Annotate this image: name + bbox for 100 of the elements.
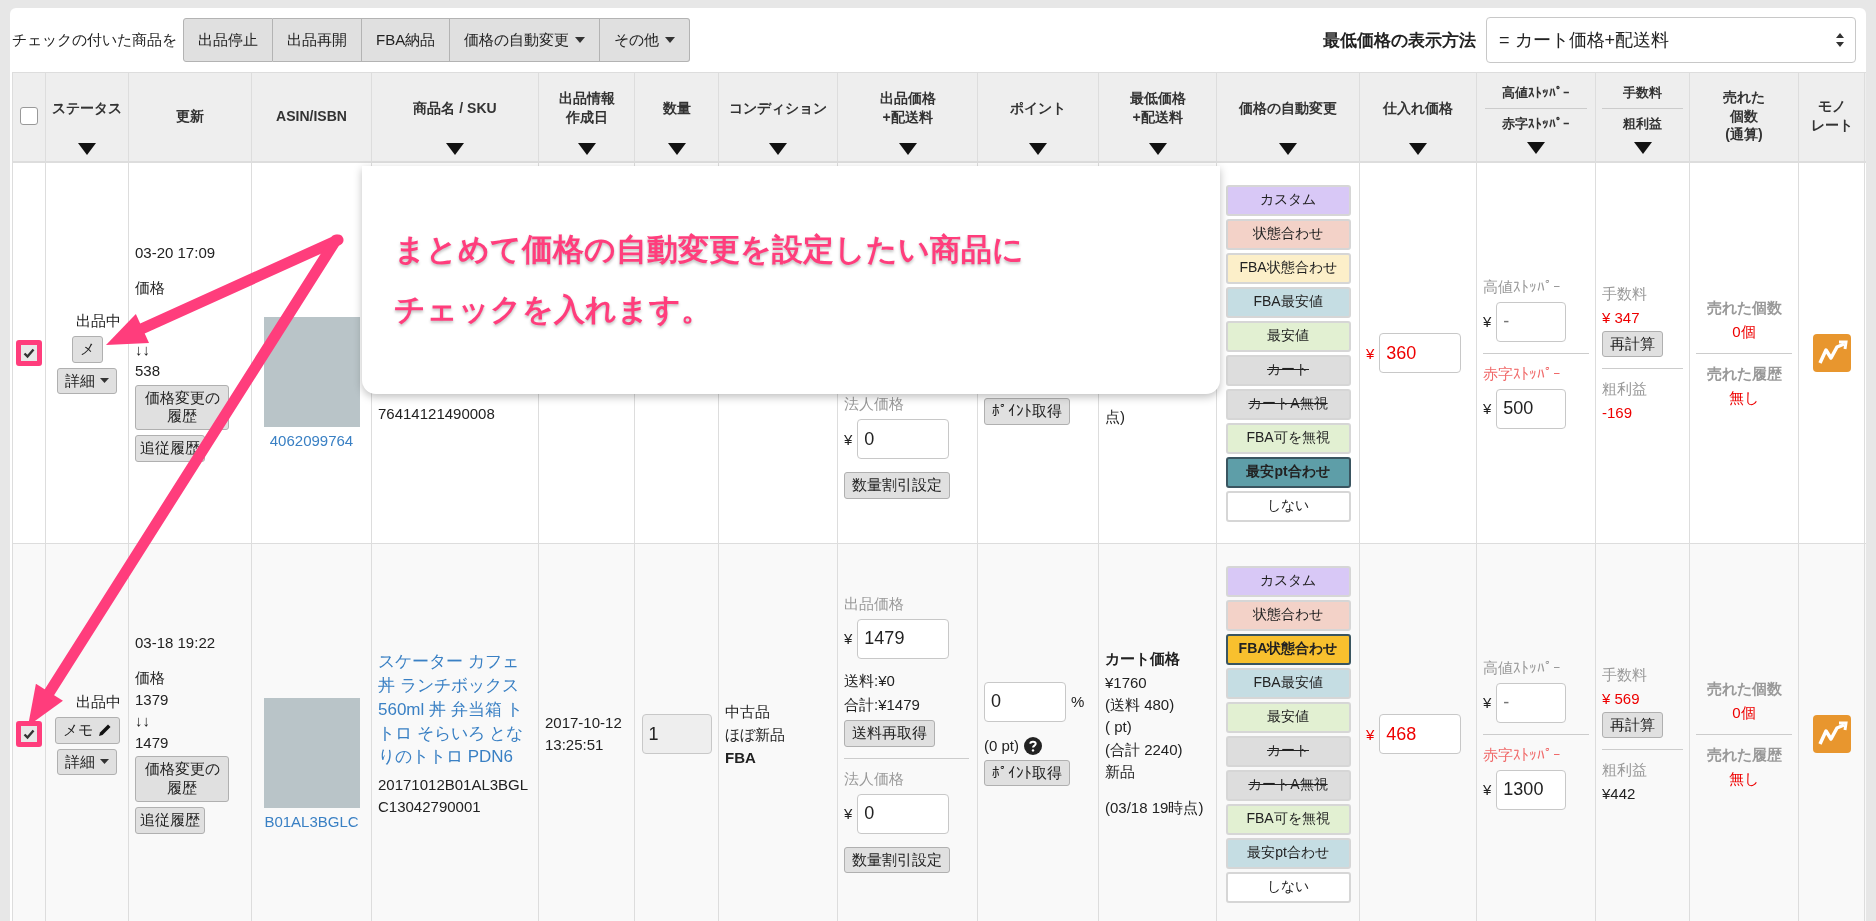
sort-arrow-icon[interactable] <box>898 143 917 155</box>
asin-link[interactable]: B01AL3BGLC <box>264 813 359 830</box>
bulk-action-button[interactable]: その他 <box>600 18 691 62</box>
auto-price-option[interactable]: FBA可を無視 <box>1225 422 1351 454</box>
quantity-discount-button[interactable]: 数量割引設定 <box>844 472 950 499</box>
corporate-price-field[interactable]: 0 <box>857 793 950 834</box>
price-history-text: 538 <box>135 363 161 380</box>
field-label: 手数料 <box>1602 284 1647 304</box>
auto-price-option[interactable]: 最安pt合わせ <box>1225 456 1351 488</box>
auto-price-option[interactable]: カートA無視 <box>1225 769 1351 801</box>
price-change-history-button[interactable]: 価格変更の履歴 <box>135 384 229 431</box>
field-label: 粗利益 <box>1602 380 1647 400</box>
auto-price-option[interactable]: FBA最安値 <box>1225 667 1351 699</box>
refetch-shipping-button[interactable]: 送料再取得 <box>844 719 935 747</box>
sold-history-text: 無し <box>1729 769 1759 789</box>
condition-text: 中古品 <box>725 702 770 721</box>
sort-arrow-icon[interactable] <box>577 143 596 155</box>
auto-price-option[interactable]: FBA最安値 <box>1225 286 1351 318</box>
auto-price-option[interactable]: カスタム <box>1225 565 1351 597</box>
auto-price-option[interactable]: カスタム <box>1225 184 1351 216</box>
field-label: 高値ｽﾄｯﾊﾟｰ <box>1483 277 1561 297</box>
auto-price-option[interactable]: FBA可を無視 <box>1225 803 1351 835</box>
column-header: 赤字ｽﾄｯﾊﾟｰ <box>1502 114 1570 133</box>
follow-history-button[interactable]: 追従履歴 <box>135 435 205 462</box>
sort-arrow-icon[interactable] <box>1148 143 1167 155</box>
field-label: 手数料 <box>1602 665 1647 685</box>
fee-text: ¥ 347 <box>1602 308 1640 326</box>
display-method-label: 最低価格の表示方法 <box>1323 29 1476 52</box>
sort-arrow-icon[interactable] <box>1029 143 1047 155</box>
purchase-price-field[interactable]: 360 <box>1379 333 1462 373</box>
auto-price-option[interactable]: 最安値 <box>1225 320 1351 352</box>
recalculate-button[interactable]: 再計算 <box>1602 330 1663 358</box>
column-header: 出品情報 作成日 <box>558 89 615 127</box>
help-icon[interactable] <box>1024 736 1042 755</box>
sort-arrow-icon[interactable] <box>769 143 787 155</box>
sort-arrow-icon[interactable] <box>1409 143 1427 155</box>
detail-button[interactable]: 詳細 <box>57 748 117 776</box>
price-field[interactable]: 1479 <box>857 618 950 659</box>
display-method-select[interactable]: = カート価格+配送料 <box>1486 17 1856 63</box>
sort-arrow-icon[interactable] <box>1633 142 1652 155</box>
lowest-price-text: 点) <box>1105 407 1125 425</box>
sort-arrow-icon[interactable] <box>667 143 686 155</box>
field-label: 法人価格 <box>844 395 904 415</box>
loss-stopper-field[interactable]: 500 <box>1496 388 1567 429</box>
quantity-field[interactable]: 1 <box>641 714 712 754</box>
profit-text: -169 <box>1602 404 1633 422</box>
auto-price-option[interactable]: FBA状態合わせ <box>1225 252 1351 284</box>
price-history-text: 1479 <box>135 734 169 752</box>
bulk-action-button[interactable]: 価格の自動変更 <box>450 18 601 62</box>
get-points-button[interactable]: ﾎﾟｲﾝﾄ取得 <box>984 759 1070 787</box>
sort-arrow-icon[interactable] <box>78 143 96 155</box>
auto-price-option[interactable]: FBA状態合わせ <box>1225 633 1351 665</box>
column-header: 仕入れ価格 <box>1383 98 1453 118</box>
asin-link[interactable]: 4062099764 <box>269 432 354 449</box>
memo-button[interactable]: メ <box>71 335 103 363</box>
currency-text: ¥ <box>844 630 853 648</box>
price-history-text: ↓↓ <box>135 713 150 730</box>
currency-text: ¥ <box>844 430 853 448</box>
recalculate-button[interactable]: 再計算 <box>1602 711 1663 739</box>
field-label: 高値ｽﾄｯﾊﾟｰ <box>1483 658 1561 678</box>
auto-price-option[interactable]: 最安pt合わせ <box>1225 837 1351 869</box>
currency-text: ¥ <box>1366 344 1375 362</box>
column-header: モノ レート <box>1810 97 1853 135</box>
high-stopper-field[interactable]: - <box>1496 301 1567 342</box>
auto-price-option[interactable]: カート <box>1225 735 1351 767</box>
created-date: 2017-10-12 13:25:51 <box>545 712 623 755</box>
auto-price-option[interactable]: 最安値 <box>1225 701 1351 733</box>
product-name-link[interactable]: スケーター カフェ丼 ランチボックス 560ml 丼 弁当箱 トトロ そらいろ となりのトトロ PDN6 <box>378 650 532 770</box>
price-change-history-button[interactable]: 価格変更の履歴 <box>135 756 229 802</box>
memo-button[interactable]: メモ <box>54 716 120 744</box>
checkbox[interactable] <box>20 107 38 125</box>
get-points-button[interactable]: ﾎﾟｲﾝﾄ取得 <box>984 398 1070 425</box>
sort-arrow-icon[interactable] <box>1527 142 1545 155</box>
currency-text: ¥ <box>1366 725 1375 743</box>
bulk-action-button[interactable]: FBA納品 <box>362 18 451 62</box>
auto-price-option[interactable]: しない <box>1225 871 1351 903</box>
follow-history-button[interactable]: 追従履歴 <box>135 806 205 834</box>
bulk-action-button[interactable]: 出品再開 <box>273 18 362 62</box>
auto-price-option[interactable]: しない <box>1225 490 1351 522</box>
auto-price-option[interactable]: 状態合わせ <box>1225 599 1351 631</box>
field-label: 売れた履歴 <box>1706 364 1782 384</box>
auto-price-option[interactable]: 状態合わせ <box>1225 218 1351 250</box>
auto-price-option[interactable]: カートA無視 <box>1225 388 1351 420</box>
detail-button[interactable]: 詳細 <box>57 367 117 395</box>
point-field[interactable]: 0 <box>984 681 1066 722</box>
checkbox[interactable] <box>16 340 42 366</box>
high-stopper-field[interactable]: - <box>1496 682 1567 723</box>
bulk-action-button[interactable]: 出品停止 <box>183 18 273 62</box>
loss-stopper-field[interactable]: 1300 <box>1496 769 1567 810</box>
field-label: 赤字ｽﾄｯﾊﾟｰ <box>1483 364 1561 384</box>
sort-arrow-icon[interactable] <box>1279 143 1297 155</box>
corporate-price-field[interactable]: 0 <box>857 419 950 460</box>
auto-price-option[interactable]: カート <box>1225 354 1351 386</box>
column-header: 出品価格 +配送料 <box>879 89 936 127</box>
quantity-discount-button[interactable]: 数量割引設定 <box>844 846 950 874</box>
checkbox[interactable] <box>16 721 42 747</box>
sort-arrow-icon[interactable] <box>446 143 464 155</box>
caret-icon <box>100 759 109 765</box>
purchase-price-field[interactable]: 468 <box>1379 714 1462 754</box>
currency-text: ¥ <box>844 805 853 822</box>
